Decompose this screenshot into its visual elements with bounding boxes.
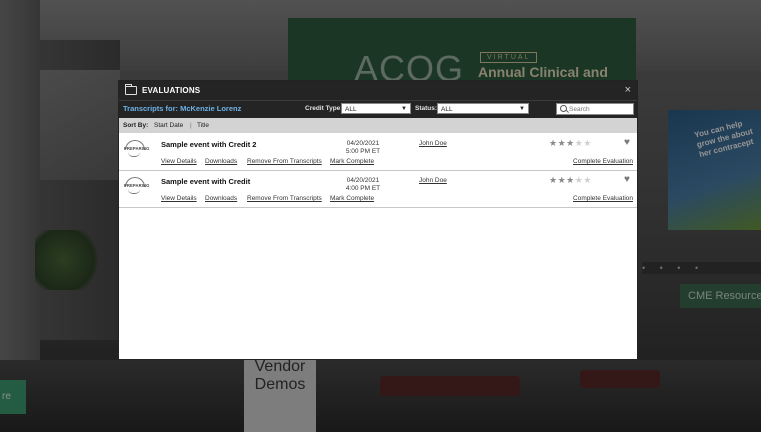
credit-type-value: ALL <box>345 106 357 113</box>
chevron-down-icon: ▼ <box>401 106 407 112</box>
transcripts-for-label: Transcripts for: McKenzie Lorenz <box>123 104 242 113</box>
search-icon <box>560 105 567 112</box>
status-select[interactable]: ALL ▼ <box>437 103 529 114</box>
complete-evaluation-link[interactable]: Complete Evaluation <box>573 158 633 165</box>
view-details-link[interactable]: View Details <box>161 158 197 165</box>
remove-from-transcripts-link[interactable]: Remove From Transcripts <box>247 158 322 165</box>
star-icon[interactable]: ★ <box>558 138 567 148</box>
sort-option-start-date[interactable]: Start Date <box>154 118 183 133</box>
modal-header: EVALUATIONS × <box>119 81 637 100</box>
preparing-logo: PREPARING <box>124 140 150 158</box>
heart-plus-icon[interactable]: ♥ <box>624 175 630 185</box>
mark-complete-link[interactable]: Mark Complete <box>330 158 374 165</box>
star-icon[interactable]: ★ <box>566 138 575 148</box>
transcript-row: PREPARING Sample event with Credit View … <box>119 171 637 208</box>
close-icon[interactable]: × <box>625 85 631 96</box>
star-icon[interactable]: ★ <box>549 138 558 148</box>
star-icon[interactable]: ★ <box>558 175 567 185</box>
star-icon[interactable]: ★ <box>583 138 592 148</box>
search-box[interactable] <box>556 103 634 115</box>
sort-bar: Sort By: Start Date | Title <box>119 118 637 133</box>
mark-complete-link[interactable]: Mark Complete <box>330 195 374 202</box>
logo-text: PREPARING <box>124 183 150 188</box>
event-time: 4:00 PM ET <box>345 185 381 192</box>
sort-separator: | <box>190 122 192 129</box>
rating-stars[interactable]: ★★★★★ <box>549 175 592 185</box>
event-datetime: 04/20/2021 4:00 PM ET <box>343 177 383 193</box>
star-icon[interactable]: ★ <box>549 175 558 185</box>
event-date: 04/20/2021 <box>346 177 380 184</box>
credit-type-select[interactable]: ALL ▼ <box>341 103 411 114</box>
event-datetime: 04/20/2021 5:00 PM ET <box>343 140 383 156</box>
rating-stars[interactable]: ★★★★★ <box>549 138 592 148</box>
credit-type-label: Credit Type: <box>305 105 343 112</box>
event-name: Sample event with Credit <box>161 177 251 186</box>
star-icon[interactable]: ★ <box>566 175 575 185</box>
modal-title: EVALUATIONS <box>142 86 201 95</box>
preparing-logo: PREPARING <box>124 177 150 195</box>
logo-text: PREPARING <box>124 146 150 151</box>
status-value: ALL <box>441 106 453 113</box>
logo-swoosh <box>128 189 140 194</box>
view-details-link[interactable]: View Details <box>161 195 197 202</box>
search-input[interactable] <box>569 105 629 113</box>
event-name: Sample event with Credit 2 <box>161 140 257 149</box>
user-link[interactable]: John Doe <box>419 177 447 184</box>
remove-from-transcripts-link[interactable]: Remove From Transcripts <box>247 195 322 202</box>
filter-bar: Transcripts for: McKenzie Lorenz Credit … <box>119 100 637 118</box>
sort-option-title[interactable]: Title <box>197 118 209 133</box>
event-date: 04/20/2021 <box>346 140 380 147</box>
transcript-row: PREPARING Sample event with Credit 2 Vie… <box>119 134 637 171</box>
complete-evaluation-link[interactable]: Complete Evaluation <box>573 195 633 202</box>
chevron-down-icon: ▼ <box>519 106 525 112</box>
status-label: Status: <box>415 105 438 112</box>
folder-icon <box>125 84 137 95</box>
downloads-link[interactable]: Downloads <box>205 195 237 202</box>
user-link[interactable]: John Doe <box>419 140 447 147</box>
star-icon[interactable]: ★ <box>583 175 592 185</box>
event-time: 5:00 PM ET <box>345 148 381 155</box>
sort-by-label: Sort By: <box>123 122 149 129</box>
logo-swoosh <box>128 152 140 157</box>
evaluations-modal: EVALUATIONS × Transcripts for: McKenzie … <box>118 80 638 360</box>
heart-plus-icon[interactable]: ♥ <box>624 138 630 148</box>
downloads-link[interactable]: Downloads <box>205 158 237 165</box>
